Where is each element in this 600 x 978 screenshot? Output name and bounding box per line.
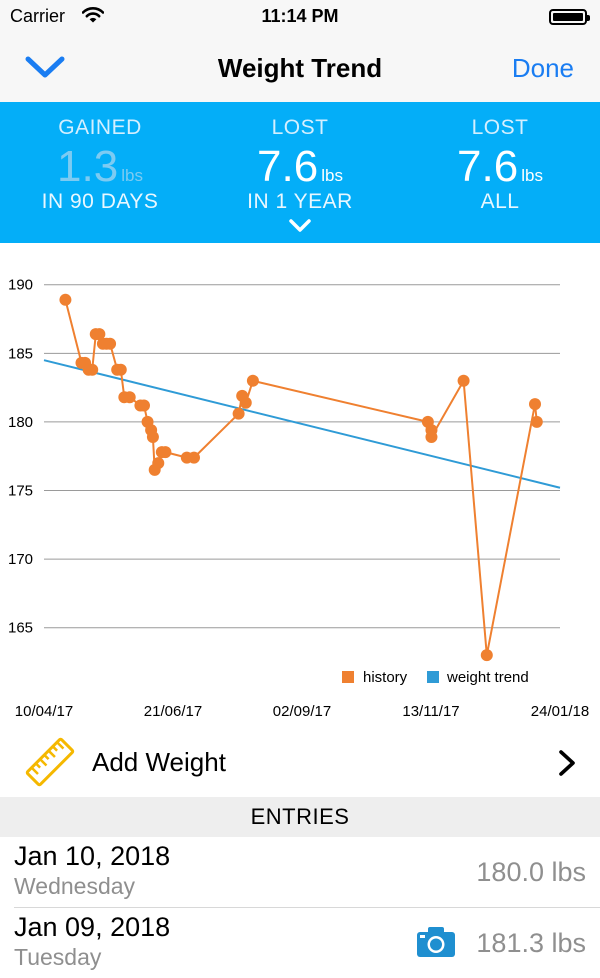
chart-svg: 190 185 180 175 170 165 10/04/17 21/06/17 02/09/… — [8, 277, 589, 720]
legend-label-history: history — [363, 669, 408, 686]
history-point — [425, 431, 438, 444]
x-tick-label: 24/01/18 — [531, 703, 589, 720]
y-tick-label: 190 — [8, 277, 33, 294]
history-point — [480, 649, 493, 662]
clock: 11:14 PM — [261, 6, 339, 26]
stat-value: 7.6 — [257, 142, 319, 191]
stat-label: GAINED — [58, 116, 142, 139]
x-tick-label: 02/09/17 — [273, 703, 331, 720]
add-weight-label: Add Weight — [92, 747, 226, 777]
y-tick-label: 180 — [8, 414, 33, 431]
stat-period: IN 90 DAYS — [41, 190, 159, 213]
nav-bar: Weight Trend Done — [0, 34, 600, 102]
history-point — [114, 363, 127, 376]
legend-label-trend: weight trend — [446, 669, 529, 686]
history-point — [104, 337, 117, 350]
entry-date: Jan 09, 2018 — [14, 912, 171, 942]
history-point — [152, 457, 165, 470]
history-point — [232, 407, 245, 420]
entry-date: Jan 10, 2018 — [14, 841, 171, 871]
history-point — [59, 293, 72, 306]
history-point — [246, 374, 259, 387]
history-point — [159, 446, 172, 459]
entry-weight: 181.3 lbs — [476, 928, 586, 958]
stat-label: LOST — [271, 116, 329, 139]
history-point — [86, 363, 99, 376]
ruler-icon — [25, 737, 75, 787]
y-tick-label: 185 — [8, 345, 33, 362]
stat-unit: lbs — [321, 166, 343, 185]
page-title: Weight Trend — [217, 53, 383, 83]
entry-row[interactable]: Jan 09, 2018 Tuesday 181.3 lbs — [0, 908, 600, 978]
stat-period: IN 1 YEAR — [247, 190, 353, 213]
history-point — [137, 399, 150, 412]
stat-lost-all[interactable]: LOST 7.6 lbs ALL — [400, 116, 600, 214]
stat-gained-90-days[interactable]: GAINED 1.3 lbs IN 90 DAYS — [0, 116, 200, 214]
entry-row[interactable]: Jan 10, 2018 Wednesday 180.0 lbs — [0, 837, 600, 907]
history-point — [529, 398, 542, 411]
legend-swatch-trend — [427, 671, 439, 683]
camera-icon[interactable] — [416, 926, 456, 958]
weight-chart[interactable]: 190 185 180 175 170 165 10/04/17 21/06/17 02/09/… — [0, 243, 600, 725]
stat-value: 1.3 — [57, 142, 119, 191]
status-bar: Carrier 11:14 PM — [0, 0, 600, 34]
stats-panel[interactable]: GAINED 1.3 lbs IN 90 DAYS LOST 7.6 lbs IN … — [0, 102, 600, 243]
entry-day: Tuesday — [14, 944, 102, 970]
x-tick-label: 10/04/17 — [15, 703, 73, 720]
done-button[interactable]: Done — [512, 53, 574, 84]
history-point — [146, 431, 159, 444]
history-point — [457, 374, 470, 387]
stat-value: 7.6 — [457, 142, 519, 191]
entry-day: Wednesday — [14, 873, 136, 899]
y-tick-label: 170 — [8, 551, 33, 568]
chevron-right-icon — [559, 750, 575, 776]
stat-unit: lbs — [121, 166, 143, 185]
history-point — [123, 391, 136, 404]
history-point — [187, 451, 200, 464]
stat-period: ALL — [480, 190, 520, 213]
entries-section-header: ENTRIES — [0, 797, 600, 837]
y-tick-label: 165 — [8, 620, 33, 637]
add-weight-row[interactable]: Add Weight — [0, 725, 600, 797]
entry-weight: 180.0 lbs — [476, 857, 586, 887]
stat-lost-1-year[interactable]: LOST 7.6 lbs IN 1 YEAR — [200, 116, 400, 214]
stat-label: LOST — [471, 116, 529, 139]
y-tick-label: 175 — [8, 483, 33, 500]
history-point — [530, 415, 543, 428]
expand-chevron-icon[interactable] — [289, 219, 311, 233]
legend-swatch-history — [342, 671, 354, 683]
x-tick-label: 13/11/17 — [402, 703, 459, 720]
x-tick-label: 21/06/17 — [144, 703, 202, 720]
stat-unit: lbs — [521, 166, 543, 185]
battery-icon — [549, 9, 590, 25]
history-point — [239, 396, 252, 409]
